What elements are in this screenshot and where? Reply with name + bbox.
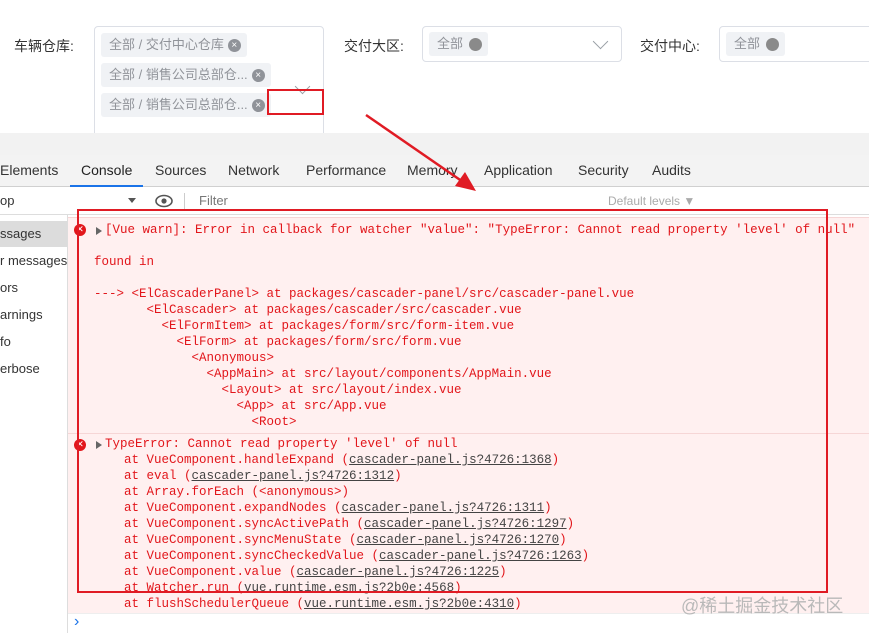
annotation-highlight-box [267, 89, 324, 115]
tag-close-icon[interactable]: × [251, 99, 265, 113]
sidebar-item-user-messages[interactable]: r messages [0, 248, 67, 274]
tab-audits[interactable]: Audits [652, 155, 691, 186]
chevron-down-icon[interactable] [592, 33, 609, 50]
tab-security[interactable]: Security [578, 155, 629, 186]
tab-console[interactable]: Console [70, 155, 144, 187]
region-tag: 全部 [429, 32, 489, 56]
filter-input[interactable]: Filter [199, 193, 228, 208]
center-tag-label: 全部 [734, 36, 761, 51]
tab-memory[interactable]: Memory [407, 155, 458, 186]
vehicle-warehouse-cascader[interactable]: 全部 / 交付中心仓库 × 全部 / 销售公司总部仓... × 全部 / 销售公司总… [94, 26, 324, 146]
warehouse-tag: 全部 / 销售公司总部仓... × [101, 93, 271, 117]
filter-form: 车辆仓库: 全部 / 交付中心仓库 × 全部 / 销售公司总部仓... × 全部 /… [0, 0, 869, 146]
warehouse-tag-label: 全部 / 交付中心仓库 [109, 37, 224, 52]
sidebar-item-verbose[interactable]: erbose [0, 356, 67, 382]
toolbar-divider [184, 193, 185, 209]
tab-sources[interactable]: Sources [155, 155, 206, 186]
annotation-error-box [77, 209, 828, 593]
tab-performance[interactable]: Performance [306, 155, 386, 186]
sidebar-item-info[interactable]: fo [0, 329, 67, 355]
source-link[interactable]: vue.runtime.esm.js?2b0e:4310 [304, 597, 514, 611]
divider [0, 133, 869, 155]
tab-network[interactable]: Network [228, 155, 279, 186]
tag-close-icon[interactable] [766, 38, 780, 52]
warehouse-tag: 全部 / 销售公司总部仓... × [101, 63, 271, 87]
region-tag-label: 全部 [437, 36, 464, 51]
delivery-center-label: 交付中心: [640, 38, 700, 54]
vehicle-warehouse-label: 车辆仓库: [14, 38, 74, 54]
watermark: @稀土掘金技术社区 [681, 596, 844, 616]
tag-close-icon[interactable]: × [227, 39, 241, 53]
stack-frame: at flushSchedulerQueue (vue.runtime.esm.… [94, 597, 522, 611]
tab-elements[interactable]: Elements [0, 155, 58, 186]
log-levels-dropdown[interactable]: Default levels ▼ [608, 194, 695, 208]
sidebar-item-warnings[interactable]: arnings [0, 302, 67, 328]
context-selector[interactable]: op [0, 193, 14, 208]
delivery-region-select[interactable]: 全部 [422, 26, 622, 62]
warehouse-tag: 全部 / 交付中心仓库 × [101, 33, 247, 57]
sidebar-item-messages[interactable]: ssages [0, 221, 67, 247]
center-tag: 全部 [726, 32, 786, 56]
console-sidebar: ssages r messages ors arnings fo erbose [0, 215, 68, 633]
sidebar-item-errors[interactable]: ors [0, 275, 67, 301]
delivery-center-select[interactable]: 全部 [719, 26, 869, 62]
eye-icon[interactable] [155, 194, 173, 208]
tag-close-icon[interactable] [469, 38, 483, 52]
tag-close-icon[interactable]: × [251, 69, 265, 83]
context-dropdown-icon[interactable] [128, 198, 136, 203]
warehouse-tag-label: 全部 / 销售公司总部仓... [109, 67, 248, 82]
tab-application[interactable]: Application [484, 155, 553, 186]
devtools-tabs: Elements Console Sources Network Perform… [0, 155, 869, 187]
prompt-chevron-icon: › [74, 613, 80, 630]
delivery-region-label: 交付大区: [344, 38, 404, 54]
warehouse-tag-label: 全部 / 销售公司总部仓... [109, 97, 248, 112]
